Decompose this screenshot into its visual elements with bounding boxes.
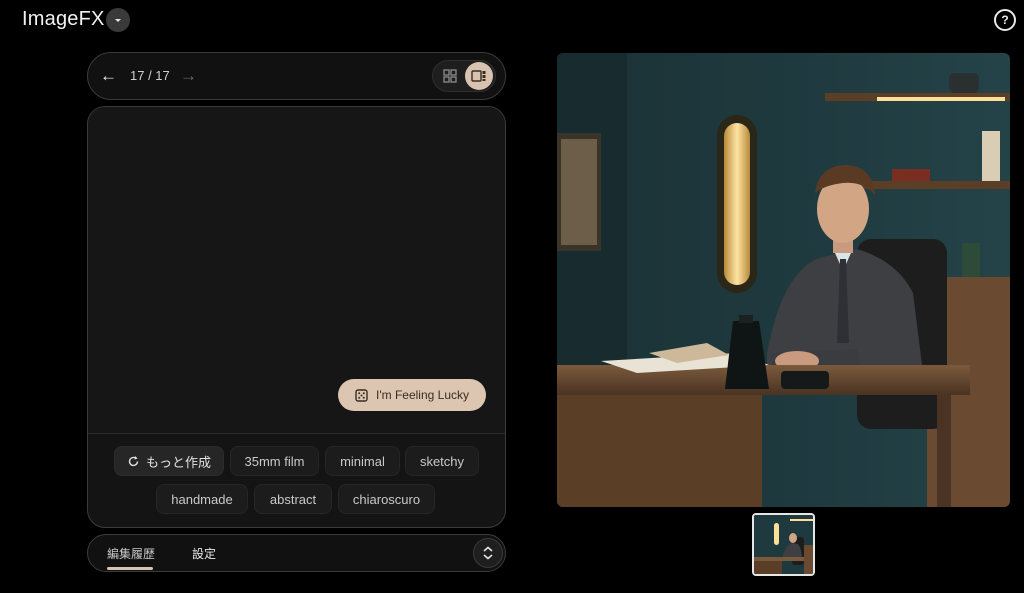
- chevron-down-icon: [115, 19, 121, 22]
- help-button[interactable]: ?: [994, 9, 1016, 31]
- style-chip-35mm-film[interactable]: 35mm film: [230, 446, 319, 476]
- image-navigation-bar: ← 17 / 17 →: [87, 52, 506, 100]
- style-chip-abstract[interactable]: abstract: [254, 484, 332, 514]
- style-chip-minimal[interactable]: minimal: [325, 446, 400, 476]
- tab-edit-history[interactable]: 編集履歴: [107, 545, 155, 562]
- generated-image[interactable]: [557, 53, 1010, 507]
- style-chip-handmade[interactable]: handmade: [156, 484, 248, 514]
- divider: [88, 433, 505, 434]
- app-title: ImageFX: [22, 8, 105, 30]
- single-view-button[interactable]: [465, 62, 493, 90]
- grid-icon: [443, 69, 457, 83]
- dice-icon: [355, 388, 368, 402]
- image-thumbnail[interactable]: [752, 513, 815, 576]
- expand-panel-button[interactable]: [473, 538, 503, 568]
- page-counter: 17 / 17: [130, 68, 170, 83]
- style-chip-chiaroscuro[interactable]: chiaroscuro: [338, 484, 435, 514]
- refresh-icon: [128, 455, 139, 466]
- feeling-lucky-button[interactable]: I'm Feeling Lucky: [338, 379, 486, 411]
- grid-view-button[interactable]: [437, 63, 463, 89]
- bottom-tabs-bar: 編集履歴 設定: [87, 534, 506, 572]
- top-bar: ImageFX ?: [0, 0, 1024, 40]
- title-dropdown-button[interactable]: [106, 8, 130, 32]
- unfold-icon: [483, 546, 493, 560]
- view-mode-toggle: [432, 60, 496, 92]
- arrow-left-icon[interactable]: ←: [100, 66, 117, 86]
- create-more-label: もっと作成: [145, 454, 211, 470]
- prompt-panel: I'm Feeling Lucky もっと作成 35mm film minima…: [87, 106, 506, 528]
- active-tab-indicator: [107, 567, 153, 570]
- arrow-right-icon[interactable]: →: [180, 66, 197, 86]
- create-more-chip[interactable]: もっと作成: [114, 446, 224, 476]
- tab-settings[interactable]: 設定: [192, 545, 216, 562]
- question-circle-icon: ?: [1001, 13, 1009, 27]
- feeling-lucky-label: I'm Feeling Lucky: [376, 388, 469, 402]
- style-chip-sketchy[interactable]: sketchy: [405, 446, 479, 476]
- single-image-view-icon: [471, 70, 486, 82]
